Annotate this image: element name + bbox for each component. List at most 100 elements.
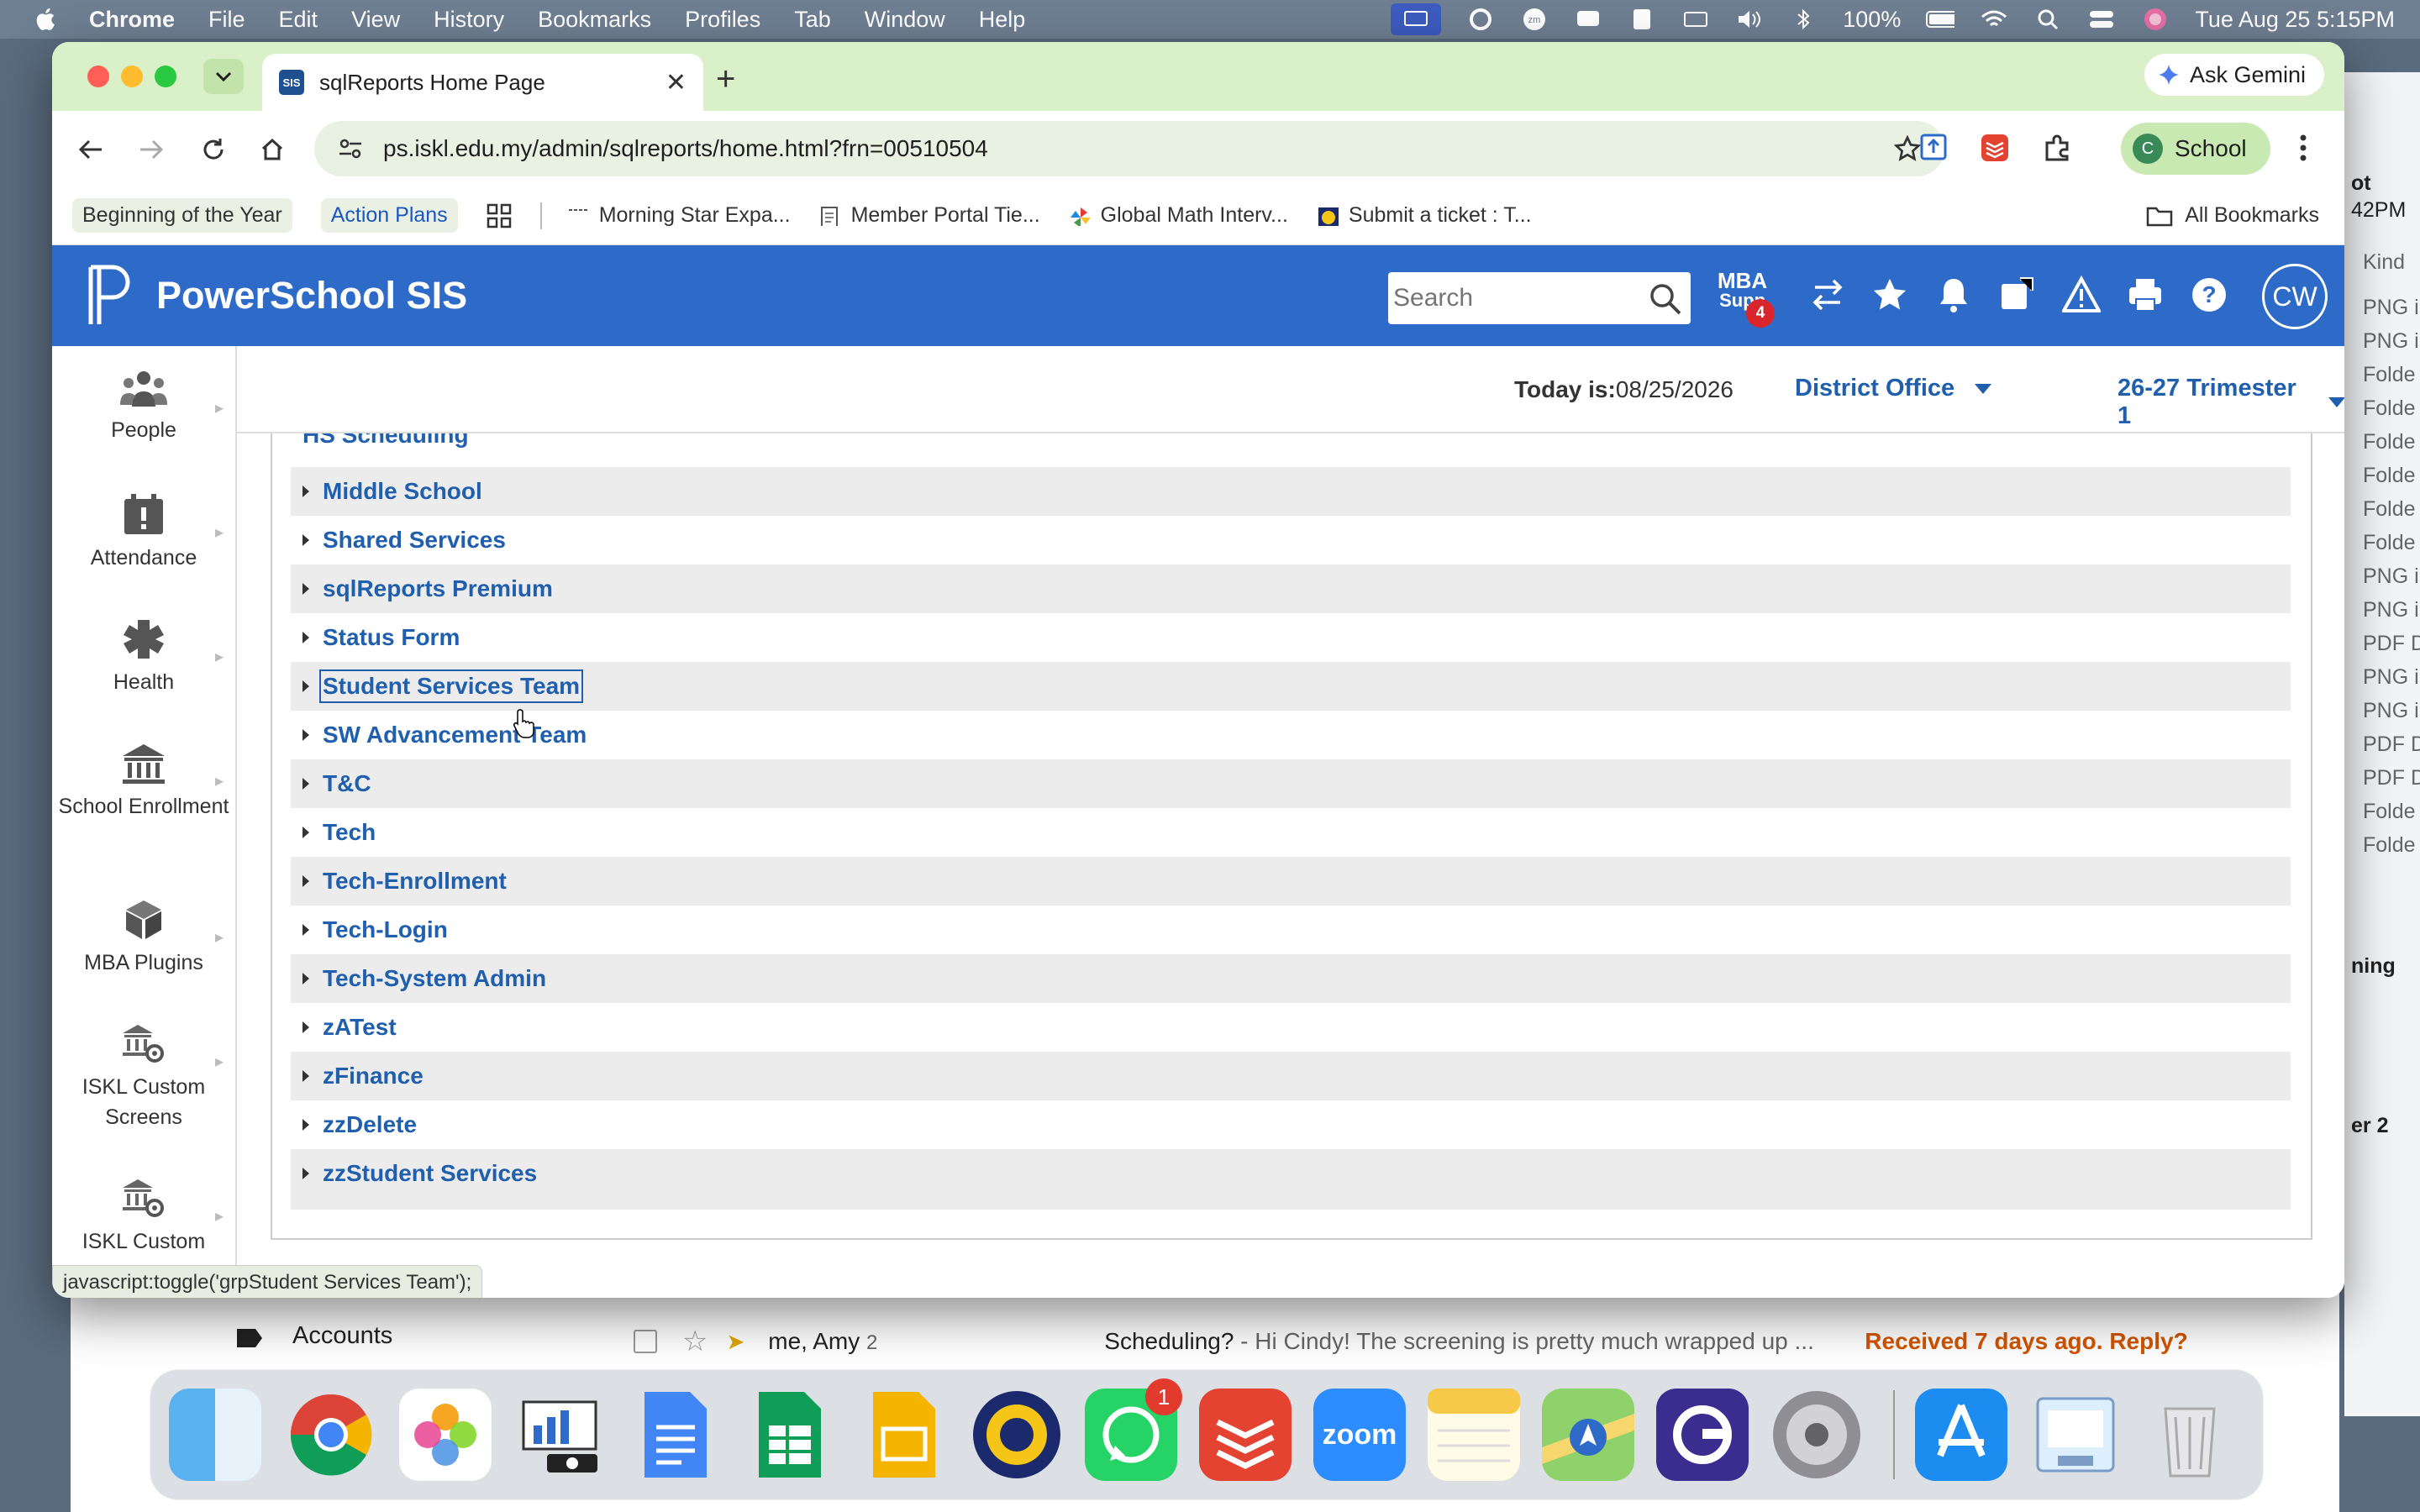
notifications-bell-icon[interactable] bbox=[1934, 276, 1973, 318]
chrome-icon[interactable] bbox=[285, 1389, 377, 1481]
report-group-link[interactable]: Tech-Enrollment bbox=[323, 868, 507, 895]
menu-file[interactable]: File bbox=[208, 7, 245, 33]
bluetooth-icon[interactable] bbox=[1789, 7, 1818, 32]
report-group-row[interactable]: T&C bbox=[291, 759, 2291, 808]
settings-icon[interactable] bbox=[1770, 1389, 1863, 1481]
expand-triangle-icon[interactable] bbox=[302, 875, 309, 887]
report-group-link[interactable]: zATest bbox=[323, 1014, 397, 1041]
expand-triangle-icon[interactable] bbox=[302, 1070, 309, 1082]
report-group-row[interactable]: Tech-Enrollment bbox=[291, 857, 2291, 906]
switch-arrows-icon[interactable] bbox=[1808, 276, 1847, 318]
maximize-window-button[interactable] bbox=[155, 66, 176, 87]
whatsapp-icon[interactable]: 1 bbox=[1085, 1378, 1182, 1481]
preview-icon[interactable] bbox=[2029, 1389, 2122, 1481]
report-group-row[interactable]: sqlReports Premium bbox=[291, 564, 2291, 613]
expand-triangle-icon[interactable] bbox=[302, 583, 309, 595]
report-group-link[interactable]: zzStudent Services bbox=[323, 1160, 537, 1187]
keynote-icon[interactable] bbox=[513, 1389, 606, 1481]
control-center-icon[interactable] bbox=[2087, 7, 2116, 32]
all-bookmarks-button[interactable]: All Bookmarks bbox=[2146, 203, 2319, 228]
chrome-menu-icon[interactable] bbox=[2297, 131, 2309, 169]
bookmark-action-plans[interactable]: Action Plans bbox=[320, 198, 458, 233]
keyboard-icon[interactable] bbox=[1681, 7, 1710, 32]
apple-logo-icon[interactable] bbox=[32, 5, 60, 34]
bookmark-member-portal[interactable]: Member Portal Tie... bbox=[819, 203, 1040, 228]
wifi-icon[interactable] bbox=[1980, 7, 2008, 32]
report-group-link[interactable]: sqlReports Premium bbox=[323, 575, 553, 602]
powerschool-logo[interactable]: PowerSchool SIS bbox=[87, 264, 467, 328]
report-group-link[interactable]: T&C bbox=[323, 770, 371, 797]
mba-support-button[interactable]: MBA Supp 4 bbox=[1718, 270, 1775, 328]
minimize-window-button[interactable] bbox=[121, 66, 143, 87]
zoom-icon[interactable]: zoom bbox=[1313, 1389, 1406, 1481]
report-group-link[interactable]: Student Services Team bbox=[318, 669, 584, 703]
expand-triangle-icon[interactable] bbox=[302, 1021, 309, 1033]
report-group-link[interactable]: Status Form bbox=[323, 624, 460, 651]
menu-history[interactable]: History bbox=[434, 7, 504, 33]
sheets-icon[interactable] bbox=[742, 1389, 834, 1481]
expand-triangle-icon[interactable] bbox=[302, 1168, 309, 1179]
report-group-link[interactable]: Tech bbox=[323, 819, 376, 846]
report-group-row[interactable]: Tech-System Admin bbox=[291, 954, 2291, 1003]
expand-triangle-icon[interactable] bbox=[302, 632, 309, 643]
menu-app-name[interactable]: Chrome bbox=[89, 7, 175, 33]
home-button[interactable] bbox=[255, 133, 289, 166]
battery-icon[interactable] bbox=[1926, 7, 1955, 32]
report-group-link[interactable]: SW Advancement Team bbox=[323, 722, 587, 748]
siri-icon[interactable] bbox=[2141, 7, 2170, 32]
expand-triangle-icon[interactable] bbox=[302, 486, 309, 497]
menu-profiles[interactable]: Profiles bbox=[685, 7, 760, 33]
external-link-icon[interactable] bbox=[1998, 276, 2037, 318]
notes-stack-icon[interactable] bbox=[1628, 7, 1656, 32]
ps-search-box[interactable] bbox=[1388, 272, 1691, 324]
report-group-row[interactable]: Tech-Login bbox=[291, 906, 2291, 954]
bookmark-submit-ticket[interactable]: Submit a ticket : T... bbox=[1317, 203, 1532, 228]
address-bar[interactable]: ps.iskl.edu.my/admin/sqlreports/home.htm… bbox=[314, 121, 1944, 176]
grammarly-icon[interactable] bbox=[1466, 7, 1495, 32]
expand-triangle-icon[interactable] bbox=[302, 827, 309, 838]
expand-triangle-icon[interactable] bbox=[302, 778, 309, 790]
report-group-row[interactable]: zzStudent Services bbox=[291, 1149, 2291, 1198]
print-icon[interactable] bbox=[2126, 276, 2165, 318]
sidebar-item-health[interactable]: Health ▸ bbox=[52, 618, 235, 697]
tab-search-button[interactable] bbox=[203, 59, 244, 94]
maps-icon[interactable] bbox=[1542, 1389, 1634, 1481]
sidebar-item-school-enrollment[interactable]: School Enrollment ▸ bbox=[52, 743, 235, 822]
report-group-row[interactable]: SW Advancement Team bbox=[291, 711, 2291, 759]
expand-triangle-icon[interactable] bbox=[302, 680, 309, 692]
search-icon[interactable] bbox=[1649, 282, 1682, 316]
bookmark-star-icon[interactable] bbox=[1894, 135, 1921, 162]
reload-button[interactable] bbox=[197, 133, 230, 166]
menu-bookmarks[interactable]: Bookmarks bbox=[538, 7, 651, 33]
iskl-icon[interactable] bbox=[971, 1389, 1063, 1481]
report-group-row[interactable]: Status Form bbox=[291, 613, 2291, 662]
bookmark-beginning-of-year[interactable]: Beginning of the Year bbox=[72, 198, 292, 233]
report-group-row[interactable]: zFinance bbox=[291, 1052, 2291, 1100]
menu-help[interactable]: Help bbox=[979, 7, 1026, 33]
report-group-link[interactable]: Middle School bbox=[323, 478, 482, 505]
expand-triangle-icon[interactable] bbox=[302, 534, 309, 546]
report-group-row[interactable]: zATest bbox=[291, 1003, 2291, 1052]
menubar-clock[interactable]: Tue Aug 25 5:15PM bbox=[2195, 7, 2395, 33]
notes-icon[interactable] bbox=[1428, 1389, 1520, 1481]
close-tab-icon[interactable]: ✕ bbox=[666, 68, 687, 97]
new-tab-button[interactable]: + bbox=[716, 60, 735, 98]
star-icon[interactable]: ☆ bbox=[682, 1325, 708, 1358]
report-group-link[interactable]: Shared Services bbox=[323, 527, 506, 554]
bookmark-global-math[interactable]: Global Math Interv... bbox=[1069, 203, 1288, 228]
favorites-star-icon[interactable] bbox=[1870, 276, 1909, 318]
apps-grid-icon[interactable] bbox=[487, 203, 512, 228]
help-icon[interactable]: ? bbox=[2190, 276, 2228, 318]
sidebar-item-mba-plugins[interactable]: MBA Plugins ▸ bbox=[52, 899, 235, 978]
gpt-icon[interactable] bbox=[1656, 1389, 1749, 1481]
finder-icon[interactable] bbox=[169, 1389, 261, 1481]
mail-row[interactable]: ☆ ➤ me, Amy 2 Scheduling? - Hi Cindy! Th… bbox=[613, 1310, 2318, 1373]
screen-share-icon[interactable] bbox=[1391, 3, 1442, 35]
sidebar-item-iskl-custom-screens[interactable]: ISKL Custom Screens ▸ bbox=[52, 1023, 235, 1132]
ps-search-input[interactable] bbox=[1393, 284, 1637, 312]
profile-button[interactable]: C School bbox=[2121, 123, 2270, 175]
report-group-row[interactable]: Shared Services bbox=[291, 516, 2291, 564]
volume-icon[interactable] bbox=[1735, 7, 1764, 32]
report-group-link[interactable]: Tech-Login bbox=[323, 916, 448, 943]
report-group-row[interactable]: zzDelete bbox=[291, 1100, 2291, 1149]
